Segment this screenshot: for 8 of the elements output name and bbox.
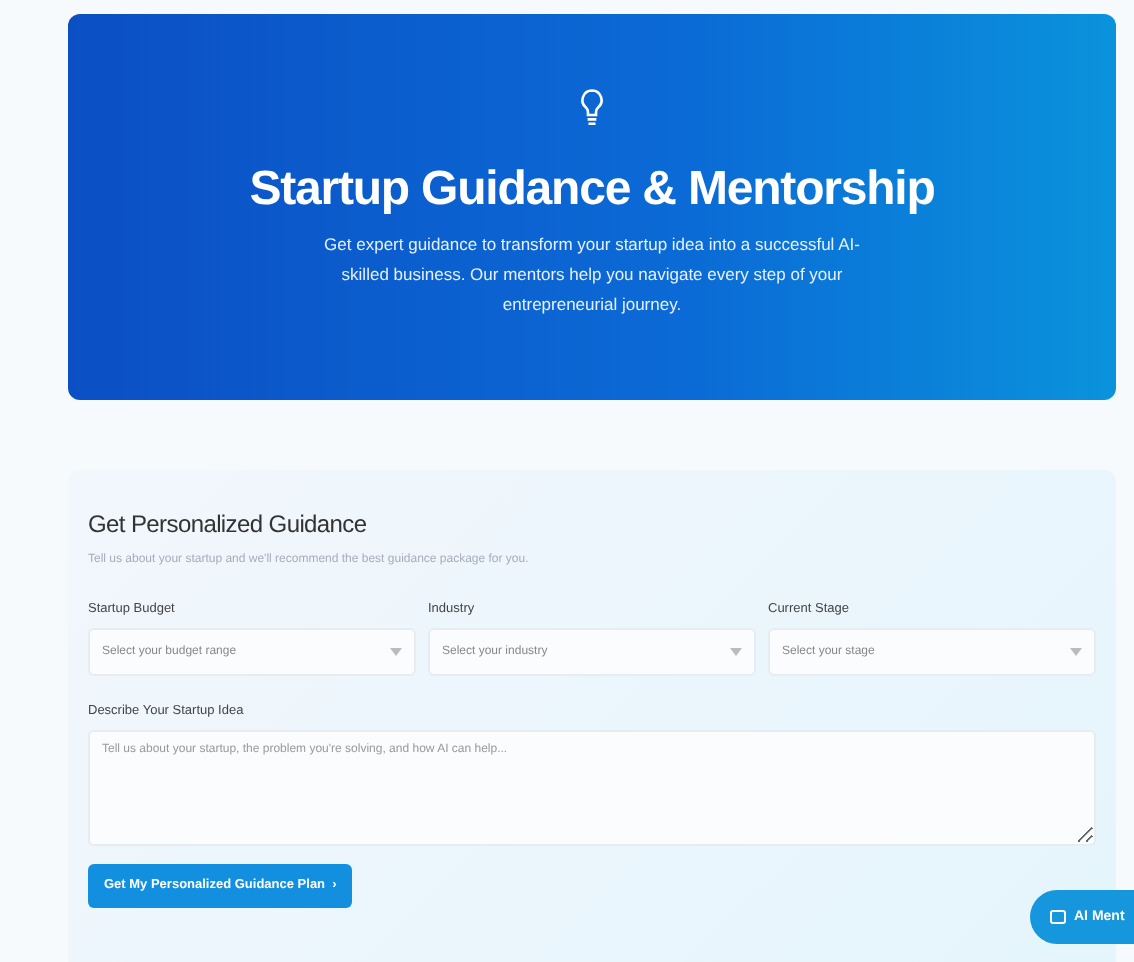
dropdown-caret-icon [390,648,402,656]
hero-subtitle: Get expert guidance to transform your startup idea into a successful AI-skilled business. Our mentors help you navigate every step of your entrepreneurial journey. [322,232,862,318]
lightbulb-icon [578,86,606,130]
dropdown-caret-icon [730,648,742,656]
chat-icon [1050,909,1066,925]
form-title: Get Personalized Guidance [88,510,369,538]
hero-title: Startup Guidance & Mentorship [249,162,935,218]
dropdown-caret-icon [1070,648,1082,656]
